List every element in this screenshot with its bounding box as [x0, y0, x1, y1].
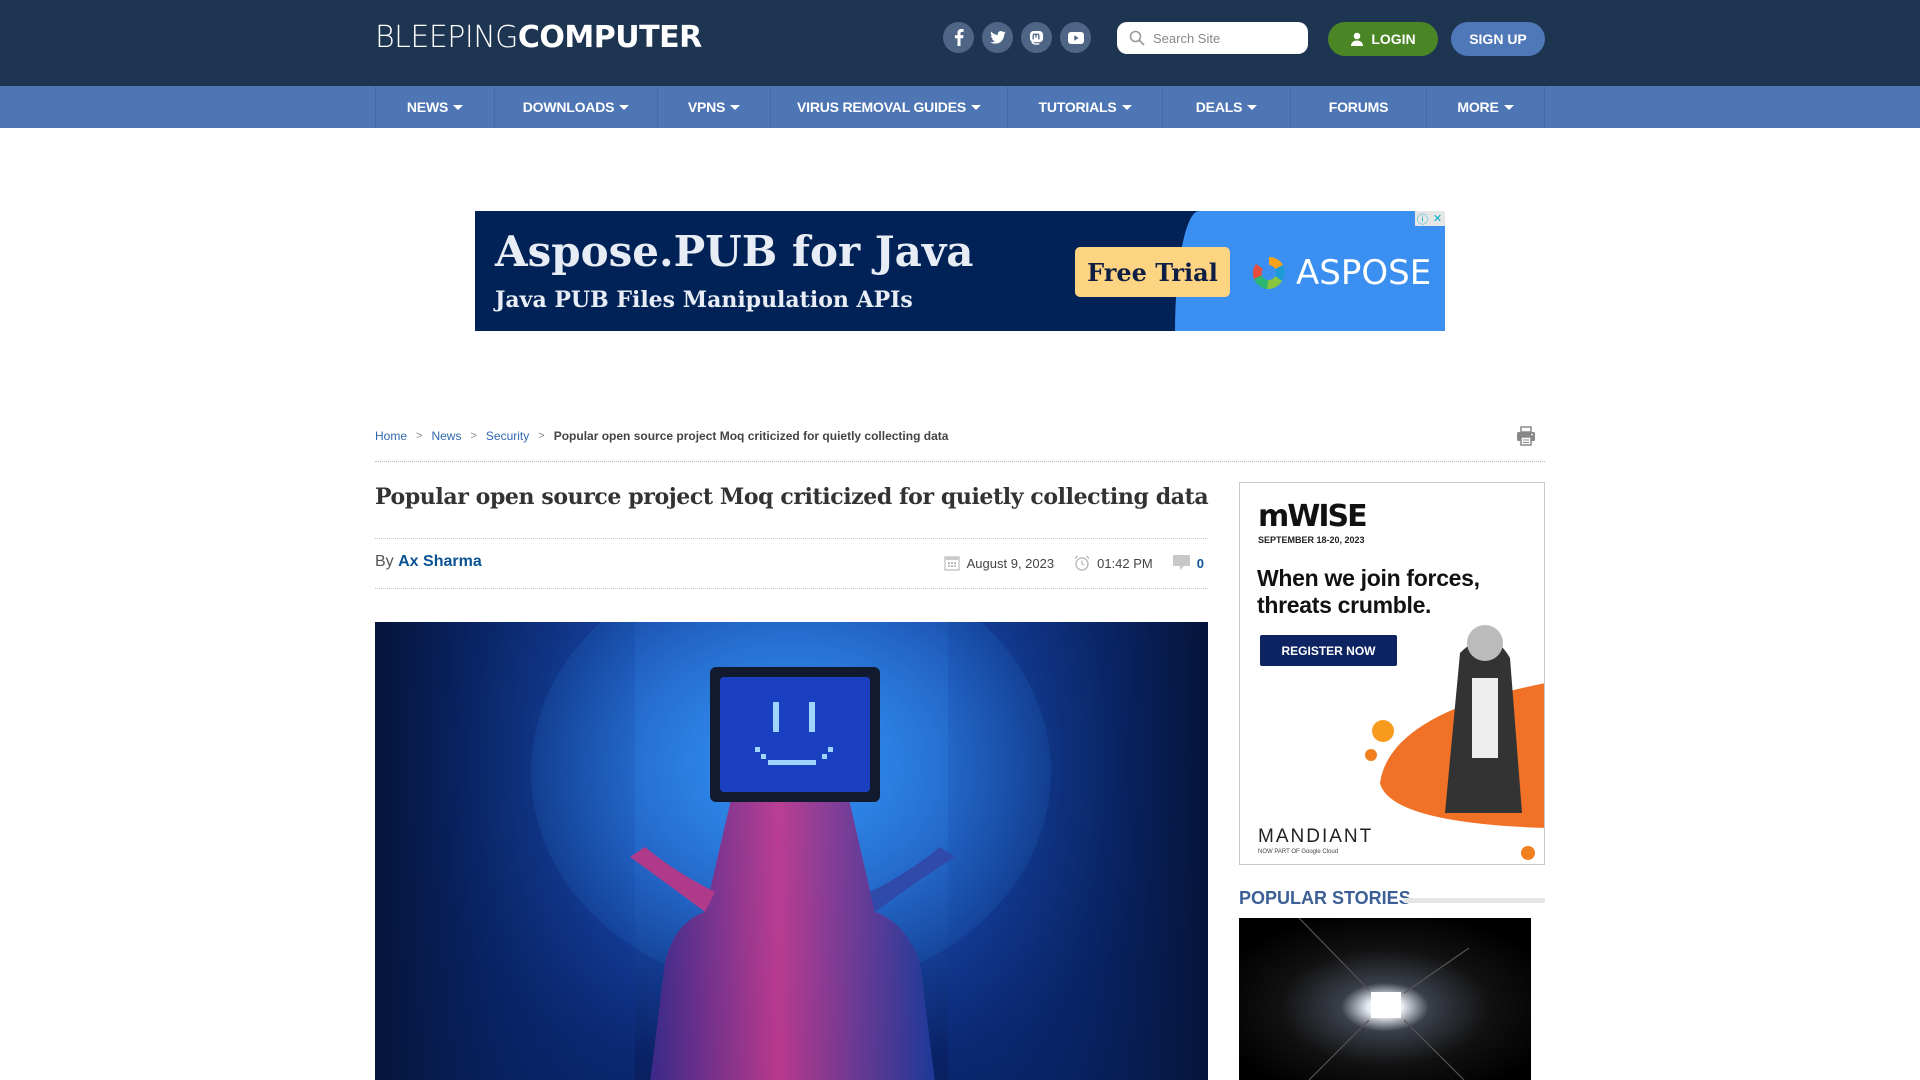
ad-subheadline: Java PUB Files Manipulation APIs — [495, 287, 913, 313]
search-icon[interactable] — [1129, 30, 1145, 46]
facebook-button[interactable] — [943, 22, 974, 53]
ad-brand-mwise: mWISE — [1258, 499, 1368, 534]
popular-stories-heading: POPULAR STORIES — [1239, 888, 1411, 908]
popular-story-image[interactable] — [1239, 918, 1531, 1080]
nav-label: NEWS — [406, 99, 449, 115]
mastodon-button[interactable] — [1021, 22, 1052, 53]
user-icon — [1351, 32, 1364, 46]
nav-label: FORUMS — [1328, 99, 1389, 115]
divider — [375, 588, 1208, 589]
ad-free-trial-button[interactable]: Free Trial — [1075, 247, 1230, 297]
login-button[interactable]: LOGIN — [1328, 22, 1438, 56]
facebook-icon — [954, 29, 964, 46]
ad-headline: Aspose.PUB for Java — [495, 227, 974, 276]
byline: By Ax Sharma — [375, 553, 482, 571]
caret-down-icon — [453, 104, 464, 110]
ad-sponsor: MANDIANT — [1258, 826, 1374, 847]
close-icon[interactable]: ✕ — [1430, 211, 1445, 226]
caret-down-icon — [970, 104, 981, 110]
heading-rule — [1404, 898, 1545, 903]
ad-choices[interactable]: ⓘ ✕ — [1415, 211, 1445, 226]
nav-item-virus-removal-guides[interactable]: VIRUS REMOVAL GUIDES — [771, 86, 1008, 128]
chevron-right-icon: > — [470, 430, 477, 442]
signup-button[interactable]: SIGN UP — [1451, 22, 1545, 56]
caret-down-icon — [619, 104, 630, 110]
nav-label: TUTORIALS — [1038, 99, 1117, 115]
article-hero-image — [375, 622, 1208, 1080]
breadcrumb-security[interactable]: Security — [486, 429, 529, 443]
info-icon[interactable]: ⓘ — [1415, 211, 1430, 226]
ad-register-button[interactable]: REGISTER NOW — [1260, 635, 1397, 666]
nav-item-more[interactable]: MORE — [1427, 86, 1545, 128]
printer-icon — [1517, 426, 1535, 446]
ad-brand-name: ASPOSE — [1296, 253, 1432, 293]
twitter-button[interactable] — [982, 22, 1013, 53]
author-link[interactable]: Ax Sharma — [398, 553, 482, 570]
breadcrumb: Home > News > Security > Popular open so… — [375, 429, 948, 443]
top-banner-ad[interactable]: Aspose.PUB for Java Java PUB Files Manip… — [475, 211, 1445, 331]
article-time: 01:42 PM — [1074, 555, 1153, 571]
by-label: By — [375, 553, 394, 570]
sidebar-ad[interactable]: mWISE SEPTEMBER 18-20, 2023 When we join… — [1239, 482, 1545, 865]
comments-link[interactable]: 0 — [1172, 555, 1204, 571]
tunnel-illustration — [1239, 918, 1531, 1080]
article-title: Popular open source project Moq criticiz… — [375, 484, 1209, 510]
youtube-button[interactable] — [1060, 22, 1091, 53]
nav-item-news[interactable]: NEWS — [376, 86, 495, 128]
time-text: 01:42 PM — [1097, 555, 1153, 571]
nav-label: VIRUS REMOVAL GUIDES — [797, 99, 966, 115]
nav-item-vpns[interactable]: VPNS — [658, 86, 771, 128]
ad-brand: ASPOSE — [1250, 253, 1431, 293]
hero-illustration — [375, 622, 1208, 1080]
nav-item-deals[interactable]: DEALS — [1163, 86, 1291, 128]
nav-label: VPNS — [687, 99, 726, 115]
aspose-logo-icon — [1252, 256, 1285, 290]
caret-down-icon — [1247, 104, 1258, 110]
breadcrumb-news[interactable]: News — [431, 429, 461, 443]
article-meta: August 9, 2023 01:42 PM 0 — [924, 555, 1204, 571]
caret-down-icon — [1121, 104, 1132, 110]
nav-label: DEALS — [1195, 99, 1243, 115]
nav-label: DOWNLOADS — [522, 99, 615, 115]
logo-bold: COMPUTER — [517, 20, 702, 55]
youtube-icon — [1067, 31, 1084, 44]
breadcrumb-current: Popular open source project Moq criticiz… — [553, 429, 949, 443]
ad-headline-1: When we join forces, — [1257, 565, 1480, 591]
ad-headline-2: threats crumble. — [1257, 592, 1432, 618]
print-button[interactable] — [1516, 426, 1536, 451]
date-text: August 9, 2023 — [966, 555, 1055, 571]
article-date: August 9, 2023 — [944, 555, 1054, 571]
main-nav: NEWS DOWNLOADS VPNS VIRUS REMOVAL GUIDES… — [0, 86, 1920, 128]
divider — [375, 461, 1545, 462]
twitter-icon — [989, 31, 1006, 44]
ad-sponsor-sub: NOW PART OF Google Cloud — [1258, 849, 1339, 855]
signup-label: SIGN UP — [1469, 31, 1527, 47]
chevron-right-icon: > — [538, 430, 545, 442]
nav-item-tutorials[interactable]: TUTORIALS — [1008, 86, 1163, 128]
mastodon-icon — [1029, 30, 1044, 45]
breadcrumb-home[interactable]: Home — [375, 429, 407, 443]
nav-item-downloads[interactable]: DOWNLOADS — [495, 86, 658, 128]
nav-item-forums[interactable]: FORUMS — [1291, 86, 1427, 128]
chevron-right-icon: > — [416, 430, 423, 442]
ad-dates: SEPTEMBER 18-20, 2023 — [1258, 535, 1365, 545]
nav-label: MORE — [1457, 99, 1499, 115]
site-logo[interactable]: BLEEPINGCOMPUTER — [375, 20, 702, 55]
caret-down-icon — [730, 104, 741, 110]
search-input[interactable] — [1153, 30, 1303, 46]
search-box — [1117, 22, 1308, 54]
comment-count: 0 — [1196, 555, 1204, 571]
logo-light: BLEEPING — [375, 20, 518, 55]
login-label: LOGIN — [1371, 31, 1416, 47]
alarm-clock-icon — [1074, 555, 1090, 571]
caret-down-icon — [1503, 104, 1514, 110]
site-header: BLEEPINGCOMPUTER LOGIN SIGN UP — [0, 0, 1920, 86]
calendar-icon — [944, 556, 960, 571]
comment-icon — [1172, 555, 1190, 570]
divider — [375, 538, 1208, 539]
